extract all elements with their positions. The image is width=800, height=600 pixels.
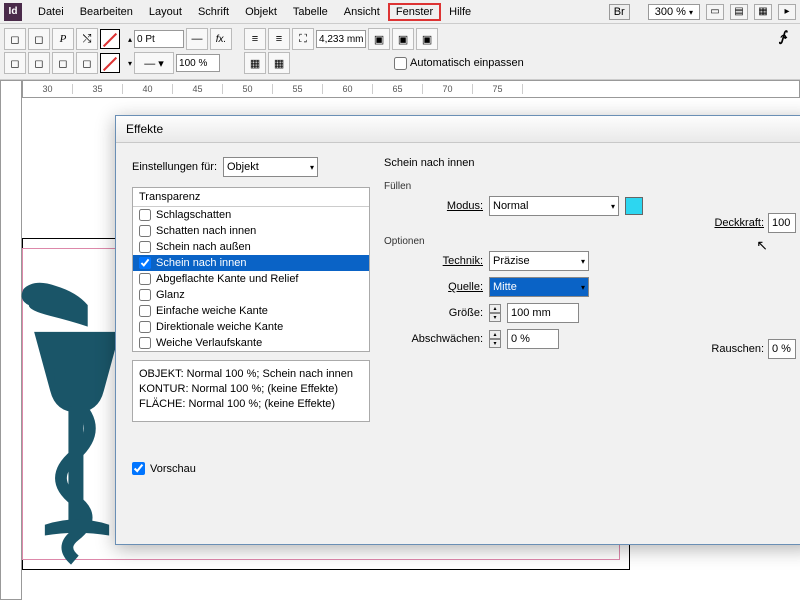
- menu-layout[interactable]: Layout: [141, 3, 190, 21]
- groesse-input[interactable]: 100 mm: [507, 303, 579, 323]
- menu-schrift[interactable]: Schrift: [190, 3, 237, 21]
- text-wrap2-icon[interactable]: ▦: [268, 52, 290, 74]
- effect-einfache-kante[interactable]: Einfache weiche Kante: [133, 303, 369, 319]
- fill-group-label: Füllen: [384, 181, 798, 192]
- preview-label: Vorschau: [150, 463, 196, 475]
- menu-hilfe[interactable]: Hilfe: [441, 3, 479, 21]
- abschwaechen-spinner[interactable]: ▴▾: [489, 330, 501, 348]
- deckkraft-label: Deckkraft:: [714, 217, 764, 229]
- stepper-up-icon[interactable]: ▴: [128, 35, 132, 44]
- control-panel: ◻ ◻ P ◻ ◻ ◻ ⤭ ◻ ▴ — fx. ▾ — ▾: [0, 24, 800, 80]
- options-group-label: Optionen: [384, 236, 798, 247]
- fit-content-icon[interactable]: ▣: [368, 28, 390, 50]
- deckkraft-input[interactable]: 100: [768, 213, 796, 233]
- rauschen-input[interactable]: 0 %: [768, 339, 796, 359]
- effect-schein-innen[interactable]: Schein nach innen: [133, 255, 369, 271]
- menubar: Id Datei Bearbeiten Layout Schrift Objek…: [0, 0, 800, 24]
- modus-label: Modus:: [398, 200, 483, 212]
- screen-mode-button[interactable]: ▭: [706, 4, 724, 20]
- stroke-tint[interactable]: ◻: [28, 52, 50, 74]
- fx-button[interactable]: fx.: [210, 28, 232, 50]
- none-swatch[interactable]: [100, 29, 120, 49]
- effect-summary: OBJEKT: Normal 100 %; Schein nach innen …: [132, 360, 370, 422]
- effect-verlaufskante[interactable]: Weiche Verlaufskante: [133, 335, 369, 351]
- text-wrap-icon[interactable]: ▦: [244, 52, 266, 74]
- swap-colors-icon[interactable]: ⤭: [76, 28, 98, 50]
- formatting-button[interactable]: ◻: [52, 52, 74, 74]
- quick-apply-icon[interactable]: ∱: [779, 28, 786, 45]
- menu-ansicht[interactable]: Ansicht: [336, 3, 388, 21]
- abschwaechen-input[interactable]: 0 %: [507, 329, 559, 349]
- quelle-label: Quelle:: [398, 281, 483, 293]
- panel-toggle-button[interactable]: ▸: [778, 4, 796, 20]
- default-colors-icon[interactable]: ◻: [76, 52, 98, 74]
- none-swatch-2[interactable]: [100, 53, 120, 73]
- crop-icon[interactable]: ⛶: [292, 28, 314, 50]
- fill-tint[interactable]: ◻: [4, 52, 26, 74]
- stroke-weight-input[interactable]: [134, 30, 184, 48]
- technik-dropdown[interactable]: Präzise▾: [489, 251, 589, 271]
- effects-list-header[interactable]: Transparenz: [133, 188, 369, 207]
- groesse-label: Größe:: [398, 307, 483, 319]
- arrange-button[interactable]: ▤: [730, 4, 748, 20]
- auto-fit-checkbox[interactable]: Automatisch einpassen: [394, 57, 524, 70]
- dialog-title: Effekte: [116, 116, 800, 143]
- fill-swatch[interactable]: ◻: [4, 28, 26, 50]
- menu-fenster[interactable]: Fenster: [388, 3, 441, 21]
- groesse-spinner[interactable]: ▴▾: [489, 304, 501, 322]
- panel-title: Schein nach innen: [384, 157, 798, 169]
- align-left-icon[interactable]: ≡: [244, 28, 266, 50]
- zoom-level[interactable]: 300 % ▾: [648, 4, 700, 20]
- modus-dropdown[interactable]: Normal▾: [489, 196, 619, 216]
- character-button[interactable]: P: [52, 28, 74, 50]
- effect-abgeflachte-kante[interactable]: Abgeflachte Kante und Relief: [133, 271, 369, 287]
- effect-schlagschatten[interactable]: Schlagschatten: [133, 207, 369, 223]
- stepper-down-icon[interactable]: ▾: [128, 59, 132, 68]
- align-center-icon[interactable]: ≡: [268, 28, 290, 50]
- center-content-icon[interactable]: ▣: [416, 28, 438, 50]
- menu-bearbeiten[interactable]: Bearbeiten: [72, 3, 141, 21]
- stroke-swatch[interactable]: ◻: [28, 28, 50, 50]
- horizontal-ruler: 30 35 40 45 50 55 60 65 70 75: [22, 80, 800, 98]
- effect-direktionale-kante[interactable]: Direktionale weiche Kante: [133, 319, 369, 335]
- view-options-button[interactable]: ▦: [754, 4, 772, 20]
- cursor-icon: ↖: [756, 237, 768, 254]
- stroke-type-dropdown[interactable]: — ▾: [134, 52, 174, 74]
- bridge-button[interactable]: Br: [609, 4, 630, 20]
- effects-dialog: Effekte Einstellungen für: Objekt▾ Trans…: [115, 115, 800, 545]
- quelle-dropdown[interactable]: Mitte▾: [489, 277, 589, 297]
- rauschen-label: Rauschen:: [711, 343, 764, 355]
- preview-checkbox[interactable]: [132, 462, 145, 475]
- settings-for-dropdown[interactable]: Objekt▾: [223, 157, 318, 177]
- fit-frame-icon[interactable]: ▣: [392, 28, 414, 50]
- menu-tabelle[interactable]: Tabelle: [285, 3, 336, 21]
- app-icon: Id: [4, 3, 22, 21]
- menu-objekt[interactable]: Objekt: [237, 3, 285, 21]
- opacity-input[interactable]: [176, 54, 220, 72]
- effects-list: Transparenz Schlagschatten Schatten nach…: [132, 187, 370, 352]
- effect-schatten-innen[interactable]: Schatten nach innen: [133, 223, 369, 239]
- frame-fitting-input[interactable]: [316, 30, 366, 48]
- settings-for-label: Einstellungen für:: [132, 161, 217, 173]
- effect-schein-aussen[interactable]: Schein nach außen: [133, 239, 369, 255]
- effect-glanz[interactable]: Glanz: [133, 287, 369, 303]
- abschwaechen-label: Abschwächen:: [398, 333, 483, 345]
- stroke-style-button[interactable]: —: [186, 28, 208, 50]
- glow-color-swatch[interactable]: [625, 197, 643, 215]
- technik-label: Technik:: [398, 255, 483, 267]
- menu-datei[interactable]: Datei: [30, 3, 72, 21]
